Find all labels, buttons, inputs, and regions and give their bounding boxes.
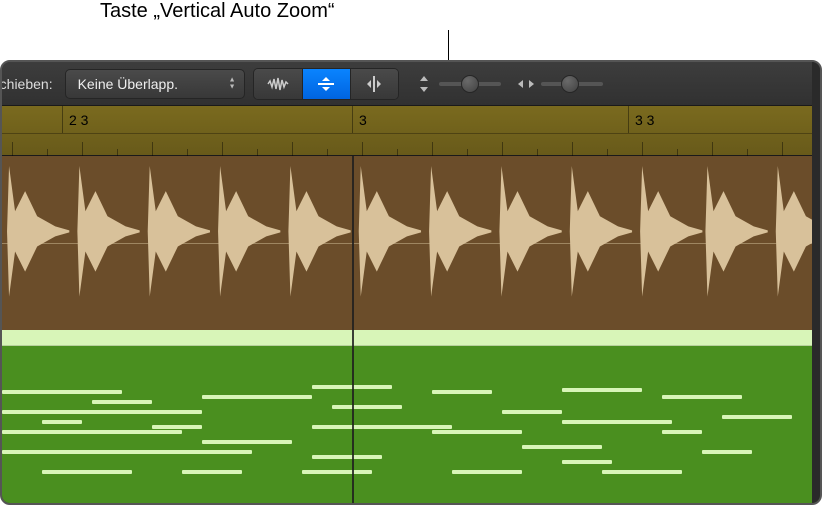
dropdown-value: Keine Überlapp. [78, 76, 178, 92]
zoom-button-group [253, 68, 399, 100]
midi-note[interactable] [522, 445, 602, 449]
midi-note[interactable] [662, 430, 702, 434]
midi-note[interactable] [602, 470, 682, 474]
tracks-area [2, 156, 820, 503]
midi-note[interactable] [202, 395, 312, 399]
right-margin [812, 62, 820, 503]
toolbar: rschieben: Keine Überlapp. ▲▼ [2, 62, 820, 106]
slider-knob[interactable] [561, 75, 579, 93]
midi-note[interactable] [42, 470, 132, 474]
audio-track[interactable] [2, 156, 820, 330]
midi-note[interactable] [42, 420, 82, 424]
playhead[interactable] [352, 156, 354, 503]
midi-note[interactable] [702, 450, 752, 454]
vertical-arrows-icon [415, 75, 433, 93]
midi-note[interactable] [2, 410, 202, 414]
timeline-ruler[interactable]: 2 3 3 3 3 [2, 106, 820, 156]
midi-note[interactable] [562, 460, 612, 464]
midi-note[interactable] [452, 470, 522, 474]
ruler-label: 2 3 [62, 106, 88, 133]
vertical-auto-zoom-icon [316, 74, 336, 94]
vertical-zoom-control [415, 75, 501, 93]
midi-note[interactable] [312, 455, 382, 459]
horizontal-auto-zoom-button[interactable] [350, 69, 398, 99]
midi-note[interactable] [182, 470, 242, 474]
waveform-zoom-button[interactable] [254, 69, 302, 99]
midi-note[interactable] [2, 450, 252, 454]
ruler-label: 3 3 [628, 106, 654, 133]
horizontal-zoom-slider[interactable] [541, 82, 603, 86]
dropdown-arrows-icon: ▲▼ [229, 77, 236, 90]
callout-label: Taste „Vertical Auto Zoom“ [100, 0, 335, 23]
midi-notes-area [2, 330, 820, 504]
slider-knob[interactable] [461, 75, 479, 93]
midi-note[interactable] [432, 430, 522, 434]
midi-note[interactable] [722, 415, 792, 419]
audio-waveform [2, 156, 820, 307]
midi-note[interactable] [312, 425, 452, 429]
midi-note[interactable] [302, 470, 372, 474]
vertical-auto-zoom-button[interactable] [302, 69, 350, 99]
midi-note[interactable] [562, 420, 672, 424]
midi-note[interactable] [202, 440, 292, 444]
overlap-dropdown[interactable]: Keine Überlapp. ▲▼ [65, 69, 245, 99]
ruler-label: 3 [352, 106, 367, 133]
midi-note[interactable] [2, 390, 122, 394]
midi-note[interactable] [332, 405, 402, 409]
horizontal-arrows-icon [517, 75, 535, 93]
shift-label: rschieben: [0, 76, 57, 92]
waveform-zoom-icon [267, 76, 289, 92]
midi-note[interactable] [92, 400, 152, 404]
horizontal-auto-zoom-icon [364, 74, 384, 94]
midi-note[interactable] [502, 410, 562, 414]
midi-note[interactable] [562, 388, 642, 392]
midi-note[interactable] [152, 425, 202, 429]
editor-window: rschieben: Keine Überlapp. ▲▼ [0, 60, 822, 505]
vertical-zoom-slider[interactable] [439, 82, 501, 86]
midi-note[interactable] [662, 395, 742, 399]
midi-track[interactable] [2, 330, 820, 504]
midi-note[interactable] [2, 430, 182, 434]
horizontal-zoom-control [517, 75, 603, 93]
midi-note[interactable] [432, 390, 492, 394]
